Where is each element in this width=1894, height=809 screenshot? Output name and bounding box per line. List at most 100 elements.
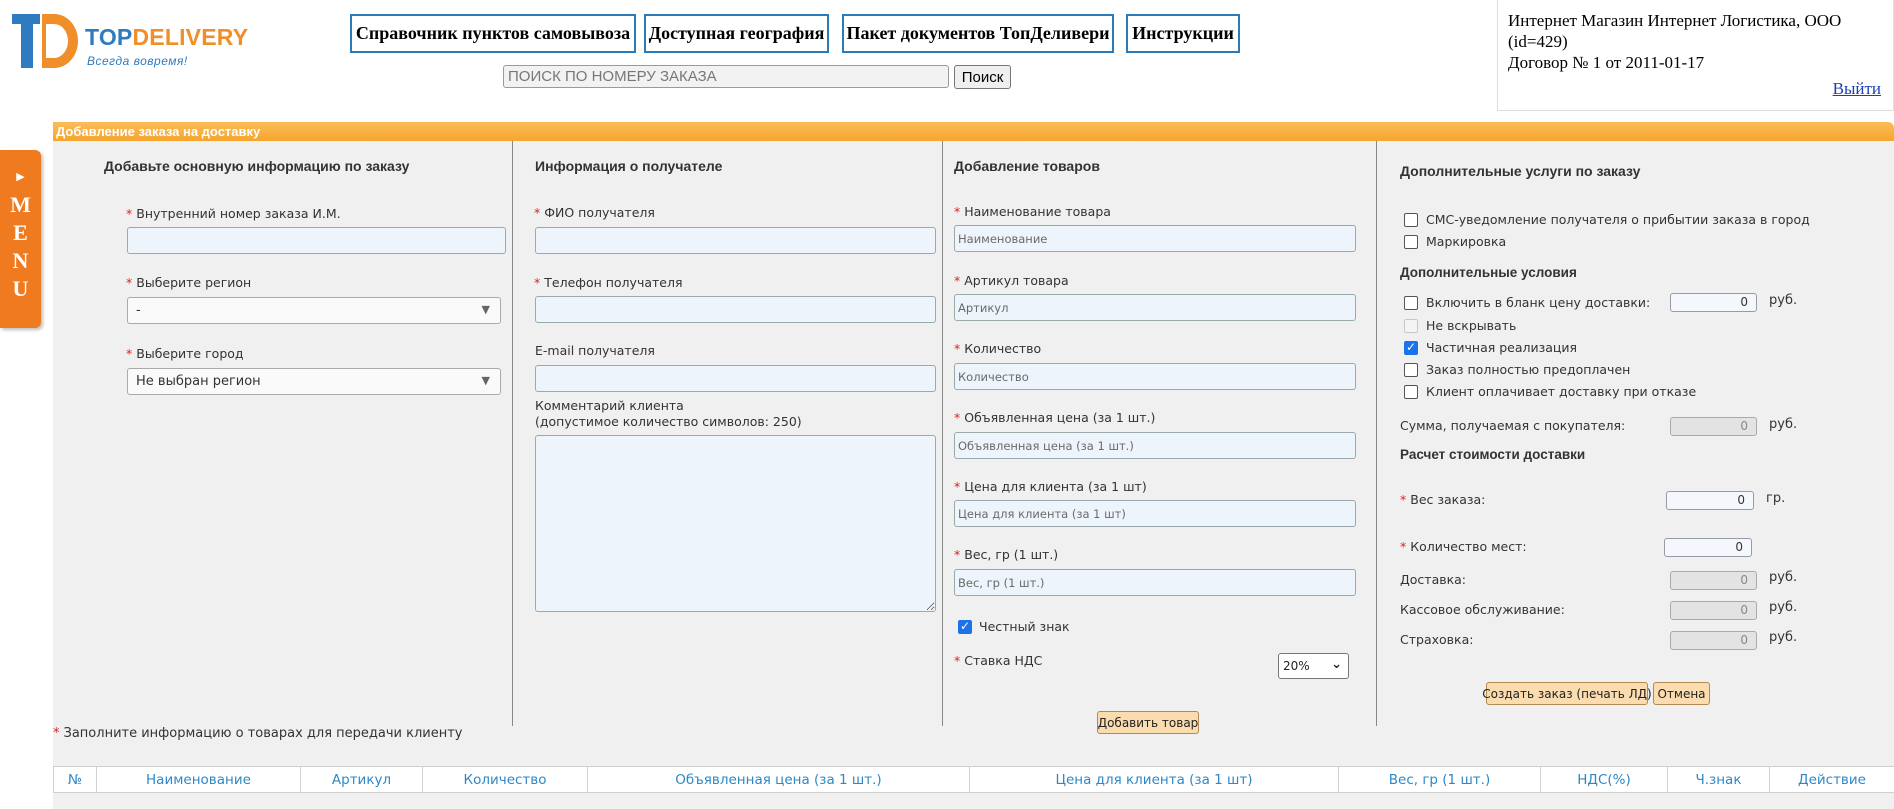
city-select[interactable]: Не выбран регион ▼: [127, 368, 501, 395]
menu-letter: E: [13, 220, 28, 245]
sku-label: * Артикул товара: [954, 273, 1069, 288]
col-weight[interactable]: Вес, гр (1 шт.): [1338, 767, 1540, 792]
nav-instructions-button[interactable]: Инструкции: [1126, 14, 1240, 53]
vat-label: * Ставка НДС: [954, 653, 1043, 668]
sms-checkbox[interactable]: [1404, 213, 1418, 227]
logo-name-delivery: DELIVERY: [132, 24, 249, 50]
comment-textarea[interactable]: [535, 435, 936, 612]
places-label: * Количество мест:: [1400, 539, 1527, 554]
goods-name-label: * Наименование товара: [954, 204, 1111, 219]
prepaid-checkbox[interactable]: [1404, 363, 1418, 377]
declared-price-input[interactable]: [954, 432, 1356, 459]
col-sku[interactable]: Артикул: [300, 767, 422, 792]
delivery-cost-value: 0: [1670, 571, 1757, 590]
add-goods-button[interactable]: Добавить товар: [1097, 711, 1199, 734]
no-open-label: Не вскрывать: [1426, 318, 1517, 333]
goods-note: * Заполните информацию о товарах для пере…: [53, 726, 463, 741]
marking-label: Маркировка: [1426, 234, 1507, 249]
phone-input[interactable]: [535, 296, 936, 323]
col-action[interactable]: Действие: [1769, 767, 1894, 792]
delivery-calc-title: Расчет стоимости доставки: [1400, 447, 1586, 462]
extra-conditions-title: Дополнительные условия: [1400, 265, 1577, 280]
sms-label: СМС-уведомление получателя о прибытии за…: [1426, 212, 1810, 227]
partial-realization-checkbox[interactable]: [1404, 340, 1418, 355]
vat-select[interactable]: 20% ⌄: [1278, 653, 1349, 679]
email-input[interactable]: [535, 365, 936, 392]
places-input[interactable]: 0: [1664, 538, 1752, 557]
menu-label: M E N U: [10, 191, 31, 303]
order-number-input[interactable]: [127, 227, 506, 254]
topdelivery-logo[interactable]: TOPDELIVERY Всегда вовремя!: [12, 10, 248, 72]
unit-rub: руб.: [1769, 570, 1798, 585]
include-price-checkbox[interactable]: [1404, 296, 1418, 310]
delivery-cost-label: Доставка:: [1400, 572, 1467, 587]
fio-label: * ФИО получателя: [534, 205, 655, 220]
main-info-title: Добавьте основную информацию по заказу: [104, 158, 410, 174]
client-price-label: * Цена для клиента (за 1 шт): [954, 479, 1147, 494]
order-search-input[interactable]: [503, 65, 949, 88]
goods-name-input[interactable]: [954, 225, 1356, 252]
logo-tagline: Всегда вовремя!: [87, 54, 188, 68]
logo-mark-icon: [12, 14, 78, 68]
column-divider: [942, 141, 943, 726]
nav-geography-button[interactable]: Доступная география: [644, 14, 829, 53]
side-menu-tab[interactable]: ▶ M E N U: [0, 150, 41, 328]
cancel-button[interactable]: Отмена: [1653, 682, 1710, 705]
col-number[interactable]: №: [53, 767, 96, 792]
unit-rub: руб.: [1769, 293, 1798, 308]
logo-name: TOPDELIVERY: [85, 24, 248, 51]
cash-service-label: Кассовое обслуживание:: [1400, 602, 1565, 617]
buyer-sum-label: Сумма, получаемая с покупателя:: [1400, 418, 1626, 433]
account-contract: Договор № 1 от 2011-01-17: [1508, 53, 1705, 72]
region-label: * Выберите регион: [126, 275, 252, 290]
client-pays-checkbox[interactable]: [1404, 385, 1418, 399]
weight-input[interactable]: [954, 569, 1356, 596]
region-select[interactable]: - ▼: [127, 297, 501, 324]
panel-title: Добавление заказа на доставку: [53, 122, 1894, 141]
col-client-price[interactable]: Цена для клиента (за 1 шт): [969, 767, 1338, 792]
menu-letter: N: [12, 248, 29, 273]
partial-realization-label: Частичная реализация: [1426, 340, 1578, 355]
order-weight-label: * Вес заказа:: [1400, 492, 1486, 507]
quantity-input[interactable]: [954, 363, 1356, 390]
menu-letter: U: [12, 276, 29, 301]
unit-rub: руб.: [1769, 630, 1798, 645]
honest-sign-label: Честный знак: [979, 619, 1070, 634]
fio-input[interactable]: [535, 227, 936, 254]
include-price-label: Включить в бланк цену доставки:: [1426, 295, 1651, 310]
col-declared-price[interactable]: Объявленная цена (за 1 шт.): [587, 767, 969, 792]
col-vat[interactable]: НДС(%): [1540, 767, 1667, 792]
weight-label: * Вес, гр (1 шт.): [954, 547, 1059, 562]
add-goods-title: Добавление товаров: [954, 158, 1100, 174]
order-weight-input[interactable]: 0: [1666, 491, 1754, 510]
nav-pickup-points-button[interactable]: Справочник пунктов самовывоза: [350, 14, 636, 53]
account-company: Интернет Магазин Интернет Логистика, ООО: [1508, 11, 1842, 30]
col-quantity[interactable]: Количество: [422, 767, 587, 792]
cash-service-value: 0: [1670, 601, 1757, 620]
column-divider: [1376, 141, 1377, 726]
include-price-input[interactable]: 0: [1670, 293, 1757, 312]
col-honest-sign[interactable]: Ч.знак: [1667, 767, 1769, 792]
logout-link[interactable]: Выйти: [1833, 78, 1881, 99]
chevron-down-icon: ▼: [481, 374, 490, 387]
col-name[interactable]: Наименование: [96, 767, 300, 792]
marking-checkbox[interactable]: [1404, 235, 1418, 249]
unit-rub: руб.: [1769, 417, 1798, 432]
column-divider: [512, 141, 513, 726]
phone-label: * Телефон получателя: [534, 275, 683, 290]
unit-rub: руб.: [1769, 600, 1798, 615]
no-open-checkbox[interactable]: [1404, 319, 1418, 333]
extra-services-title: Дополнительные услуги по заказу: [1400, 163, 1641, 179]
order-number-label: * Внутренний номер заказа И.М.: [126, 206, 341, 221]
honest-sign-checkbox[interactable]: [958, 619, 972, 634]
goods-table-header: № Наименование Артикул Количество Объявл…: [53, 766, 1894, 793]
sku-input[interactable]: [954, 294, 1356, 321]
search-button[interactable]: Поиск: [954, 65, 1011, 89]
create-order-button[interactable]: Создать заказ (печать ЛД): [1482, 682, 1652, 705]
account-id: (id=429): [1508, 32, 1568, 51]
buyer-sum-value: 0: [1670, 417, 1757, 436]
chevron-down-icon: ⌄: [1331, 657, 1342, 672]
nav-documents-button[interactable]: Пакет документов ТопДеливери: [842, 14, 1114, 53]
client-price-input[interactable]: [954, 500, 1356, 527]
menu-arrow-icon: ▶: [16, 170, 25, 183]
